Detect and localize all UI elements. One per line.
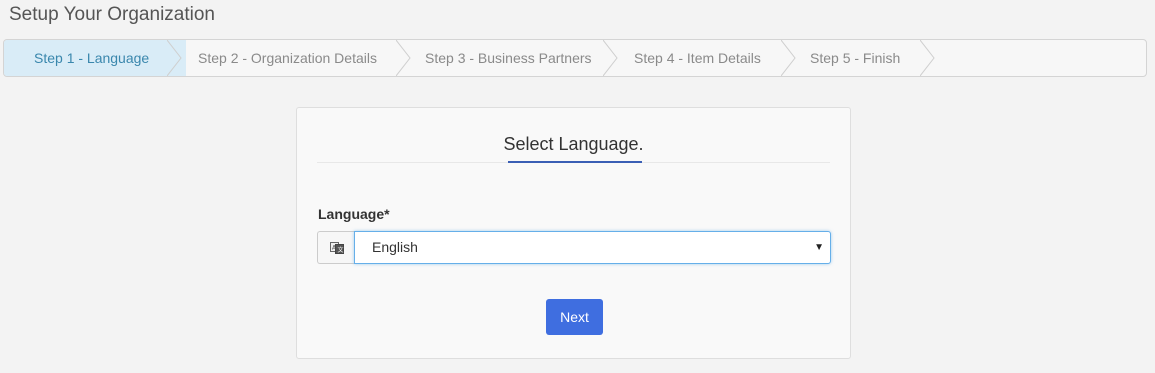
- step-item-details[interactable]: Step 4 - Item Details: [617, 40, 797, 76]
- step-language[interactable]: Step 1 - Language: [4, 40, 186, 76]
- next-button[interactable]: Next: [546, 299, 603, 335]
- step-label: Step 5 - Finish: [810, 50, 901, 66]
- title-underline: [508, 161, 642, 163]
- step-label: Step 1 - Language: [34, 50, 150, 66]
- language-card: Select Language. Language* A 文 English ▼…: [296, 107, 851, 359]
- step-label: Step 2 - Organization Details: [198, 50, 377, 66]
- wizard-steps: Step 1 - Language Step 2 - Organization …: [3, 39, 1147, 77]
- language-select[interactable]: English ▼: [354, 231, 831, 264]
- page-title: Setup Your Organization: [9, 4, 215, 25]
- step-organization-details[interactable]: Step 2 - Organization Details: [181, 40, 411, 76]
- step-label: Step 4 - Item Details: [634, 50, 761, 66]
- step-finish[interactable]: Step 5 - Finish: [794, 40, 944, 76]
- svg-text:文: 文: [337, 245, 343, 253]
- language-label: Language*: [318, 206, 390, 222]
- language-select-value: English: [372, 239, 418, 255]
- card-title: Select Language.: [503, 134, 644, 154]
- step-separator-icon: [920, 40, 935, 76]
- caret-down-icon: ▼: [814, 242, 824, 253]
- step-label: Step 3 - Business Partners: [425, 50, 592, 66]
- step-business-partners[interactable]: Step 3 - Business Partners: [409, 40, 619, 76]
- translate-icon: A 文: [317, 231, 355, 264]
